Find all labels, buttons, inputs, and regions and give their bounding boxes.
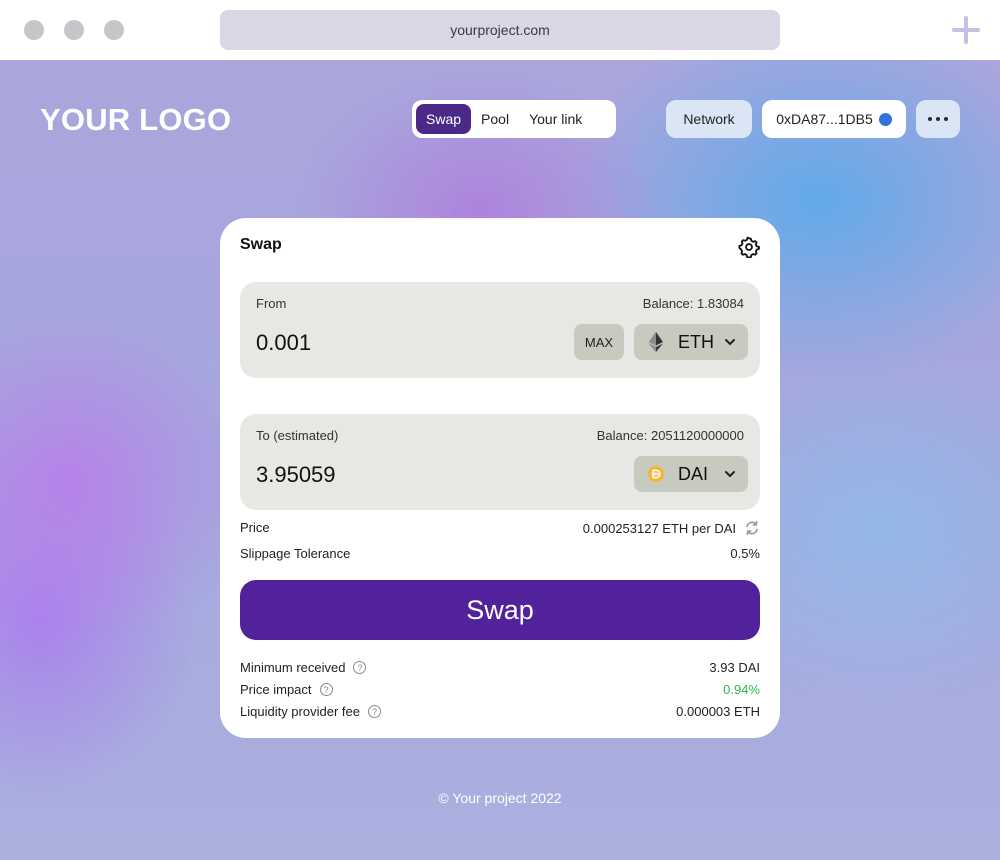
help-icon[interactable]: ?: [367, 705, 381, 718]
swap-button-label: Swap: [466, 594, 534, 625]
main-nav: Swap Pool Your link: [412, 100, 616, 138]
from-panel: From Balance: 1.83084 0.001 MAX ETH: [240, 282, 760, 378]
more-menu-button[interactable]: [916, 100, 960, 138]
lp-fee-value: 0.000003 ETH: [676, 704, 760, 719]
new-tab-plus-icon[interactable]: [952, 16, 980, 44]
window-minimize-dot[interactable]: [64, 20, 84, 40]
chevron-down-icon: [725, 471, 735, 478]
price-impact-label: Price impact: [240, 682, 312, 697]
app-page: YOUR LOGO Swap Pool Your link Network 0x…: [0, 60, 1000, 860]
lp-fee-row: Liquidity provider fee ? 0.000003 ETH: [240, 704, 760, 722]
max-button[interactable]: MAX: [574, 324, 624, 360]
nav-tab-pool[interactable]: Pool: [471, 104, 519, 134]
browser-chrome: yourproject.com: [0, 0, 1000, 60]
price-impact-label-group: Price impact ?: [240, 682, 333, 697]
swap-arrows-icon[interactable]: [744, 520, 760, 536]
account-status-dot-icon: [878, 112, 892, 126]
eth-icon: [648, 332, 664, 352]
window-close-dot[interactable]: [24, 20, 44, 40]
network-button[interactable]: Network: [666, 100, 752, 138]
to-token-symbol: DAI: [678, 463, 709, 484]
account-address: 0xDA87...1DB5: [776, 111, 873, 127]
price-value-group: 0.000253127 ETH per DAI: [583, 520, 760, 536]
swap-card-title: Swap: [240, 236, 282, 253]
max-button-label: MAX: [584, 334, 614, 350]
price-row: Price 0.000253127 ETH per DAI: [240, 520, 760, 538]
more-dot-icon: [928, 117, 932, 121]
footer-copyright: © Your project 2022: [438, 790, 562, 806]
lp-fee-label-group: Liquidity provider fee ?: [240, 704, 381, 719]
min-received-value: 3.93 DAI: [709, 660, 760, 675]
nav-tab-your-link[interactable]: Your link: [519, 104, 592, 134]
account-button[interactable]: 0xDA87...1DB5: [762, 100, 906, 138]
swap-card: Swap From Balance: 1.83084 0.001 MAX ETH…: [220, 218, 780, 738]
to-label: To (estimated): [256, 428, 339, 443]
network-button-label: Network: [683, 111, 735, 127]
slippage-row: Slippage Tolerance 0.5%: [240, 546, 760, 564]
price-value: 0.000253127 ETH per DAI: [582, 520, 736, 536]
from-amount-input[interactable]: 0.001: [256, 330, 311, 356]
slippage-label: Slippage Tolerance: [240, 546, 351, 561]
nav-tab-swap[interactable]: Swap: [416, 104, 472, 134]
help-icon[interactable]: ?: [353, 661, 367, 674]
price-impact-value: 0.94%: [723, 682, 760, 697]
swap-button[interactable]: Swap: [240, 580, 760, 640]
min-received-row: Minimum received ? 3.93 DAI: [240, 660, 760, 678]
address-bar[interactable]: yourproject.com: [220, 10, 780, 50]
min-received-label: Minimum received: [240, 660, 346, 675]
chevron-down-icon: [725, 339, 735, 346]
price-label: Price: [240, 520, 270, 535]
help-icon[interactable]: ?: [319, 683, 333, 696]
to-amount-input[interactable]: 3.95059: [256, 462, 336, 488]
from-token-symbol: ETH: [678, 331, 714, 352]
to-token-select[interactable]: DAI: [634, 456, 748, 492]
more-dot-icon: [944, 117, 948, 121]
more-dot-icon: [936, 117, 940, 121]
from-label: From: [256, 296, 287, 311]
lp-fee-label: Liquidity provider fee: [240, 704, 360, 719]
to-balance: Balance: 2051120000000: [596, 428, 744, 443]
to-panel: To (estimated) Balance: 2051120000000 3.…: [240, 414, 760, 510]
slippage-value: 0.5%: [730, 546, 760, 561]
window-maximize-dot[interactable]: [104, 20, 124, 40]
from-token-select[interactable]: ETH: [634, 324, 748, 360]
min-received-label-group: Minimum received ?: [240, 660, 367, 675]
from-balance: Balance: 1.83084: [642, 296, 744, 311]
dai-icon: [648, 464, 664, 484]
price-impact-row: Price impact ? 0.94%: [240, 682, 760, 700]
logo: YOUR LOGO: [40, 102, 232, 137]
settings-gear-icon[interactable]: [738, 236, 760, 258]
address-bar-url: yourproject.com: [450, 22, 550, 38]
